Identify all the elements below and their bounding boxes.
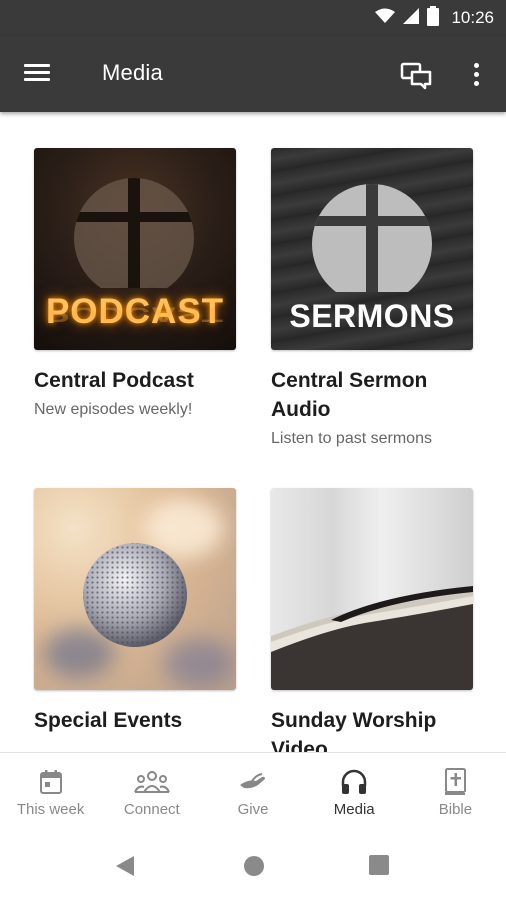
give-icon — [240, 773, 265, 789]
headphones-icon — [341, 769, 367, 794]
nav-item-this-week[interactable]: This week — [0, 753, 101, 829]
media-card-sunday-worship[interactable]: Sunday Worship Video — [271, 488, 475, 752]
sermons-thumb-text: SERMONS — [289, 298, 455, 334]
status-bar: 10:26 — [0, 0, 506, 36]
card-subtitle: Listen to past sermons — [271, 430, 432, 447]
people-icon — [133, 771, 170, 793]
chat-button[interactable] — [400, 60, 434, 90]
calendar-icon — [39, 770, 62, 794]
card-title: Special Events — [34, 709, 183, 732]
status-time: 10:26 — [451, 8, 494, 27]
bottom-navigation: This week Connect Give Media Bible — [0, 752, 506, 829]
media-card-sermon-audio[interactable]: SERMONS Central Sermon Audio Listen to p… — [271, 148, 475, 450]
home-circle-icon — [244, 856, 264, 876]
menu-icon — [24, 64, 50, 67]
back-button[interactable] — [114, 854, 136, 883]
recents-square-icon — [369, 855, 389, 875]
menu-icon-line — [24, 71, 50, 74]
microphone-icon — [83, 543, 187, 647]
podcast-thumbnail: PODCAST PODCAST — [34, 148, 236, 350]
recents-button[interactable] — [368, 854, 390, 881]
back-icon — [116, 856, 134, 876]
page-title: Media — [102, 60, 163, 85]
menu-icon-line — [24, 78, 50, 81]
signal-icon — [403, 7, 420, 29]
card-title: Central Podcast — [34, 369, 194, 392]
podcast-thumb-reflection: PODCAST — [45, 302, 225, 326]
microphone-thumbnail — [34, 488, 236, 690]
more-vert-dot — [473, 80, 479, 86]
bible-thumbnail — [271, 488, 473, 690]
home-button[interactable] — [242, 854, 266, 883]
menu-button[interactable] — [24, 60, 56, 88]
nav-label: Media — [333, 801, 375, 818]
card-title: Sunday Worship Video — [271, 709, 437, 752]
system-navigation-bar — [0, 828, 506, 900]
sermons-thumbnail: SERMONS — [271, 148, 473, 350]
status-icons: 10:26 — [375, 5, 494, 31]
nav-item-bible[interactable]: Bible — [405, 753, 506, 829]
card-subtitle: New episodes weekly! — [34, 401, 193, 418]
app-bar: Media — [0, 36, 506, 112]
open-book-icon — [271, 586, 473, 690]
media-card-podcast[interactable]: PODCAST PODCAST Central Podcast New epis… — [34, 148, 238, 421]
card-title: Central Sermon Audio — [271, 369, 428, 421]
media-grid: PODCAST PODCAST Central Podcast New epis… — [0, 112, 506, 752]
bible-icon — [445, 768, 467, 795]
wifi-icon — [375, 8, 396, 29]
nav-label: This week — [16, 801, 85, 818]
nav-label: Give — [237, 801, 269, 818]
more-vert-dot — [473, 71, 479, 77]
more-options-button[interactable] — [466, 58, 486, 90]
more-vert-icon — [473, 62, 479, 68]
nav-item-media[interactable]: Media — [304, 753, 405, 829]
chat-icon — [400, 62, 432, 90]
cross-logo-icon — [312, 184, 432, 292]
nav-label: Connect — [123, 801, 180, 818]
nav-item-connect[interactable]: Connect — [101, 753, 202, 829]
media-card-special-events[interactable]: Special Events — [34, 488, 238, 735]
nav-item-give[interactable]: Give — [202, 753, 303, 829]
cross-logo-icon — [74, 178, 194, 288]
battery-icon — [427, 5, 440, 31]
nav-label: Bible — [438, 801, 473, 818]
